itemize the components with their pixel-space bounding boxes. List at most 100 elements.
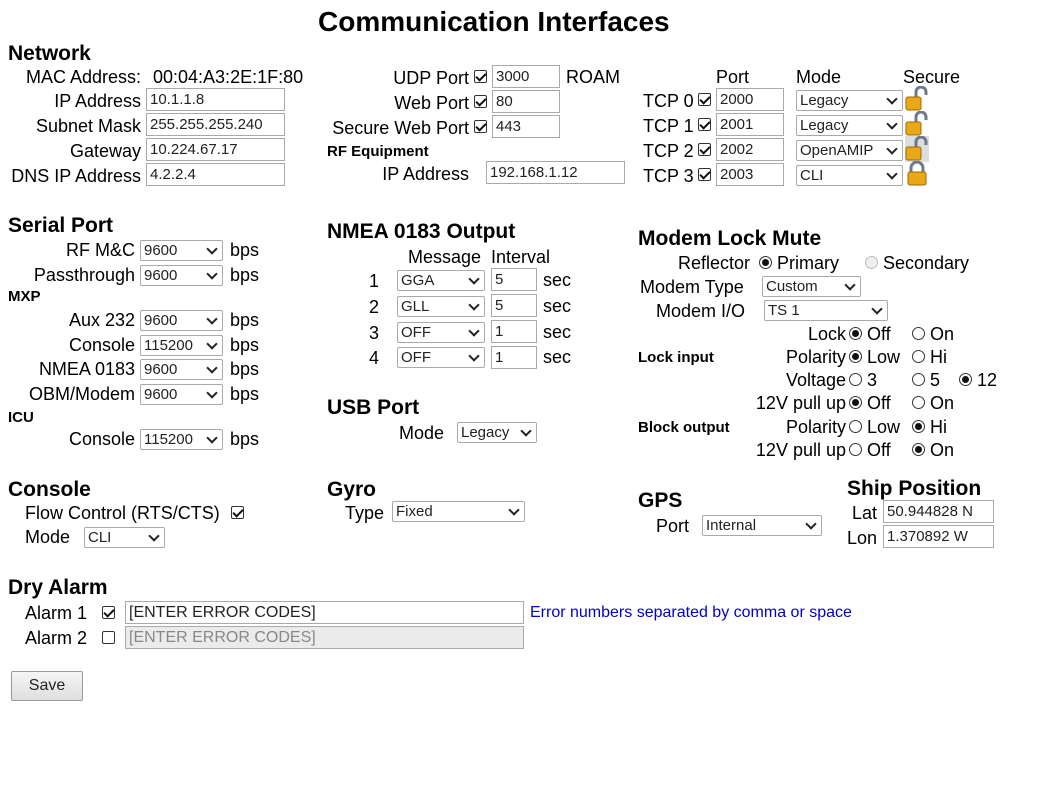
subnet-field[interactable]: 255.255.255.240 (146, 113, 285, 136)
tcp0-label: TCP 0 (643, 91, 694, 111)
lat-field[interactable]: 50.944828 N (883, 500, 994, 523)
alarm2-checkbox[interactable] (102, 631, 115, 644)
icu-console-baud-select[interactable]: 115200 (140, 429, 223, 450)
unlocked-icon[interactable] (905, 86, 929, 112)
lock-pullup-off-radio[interactable] (849, 396, 862, 409)
tcp3-checkbox[interactable] (698, 168, 711, 181)
usb-mode-label: Mode (399, 423, 445, 443)
lock-pullup-on-radio[interactable] (912, 396, 925, 409)
aux232-label: Aux 232 (68, 310, 135, 330)
nmea-message-select[interactable]: GGA (397, 270, 485, 291)
lock-label: Lock (807, 324, 846, 344)
nmea-message-select[interactable]: GLL (397, 296, 485, 317)
modem-type-select[interactable]: Custom (762, 276, 861, 297)
alarm1-checkbox[interactable] (102, 606, 115, 619)
gateway-label: Gateway (69, 141, 141, 161)
lock-polarity-hi-radio[interactable] (912, 350, 925, 363)
gateway-field[interactable]: 10.224.67.17 (146, 138, 285, 161)
nmea-interval-field[interactable]: 1 (491, 346, 537, 369)
gyro-type-select[interactable]: Fixed (392, 501, 525, 522)
nmea0183-unit: bps (230, 359, 260, 379)
save-button[interactable]: Save (11, 671, 83, 701)
tcp-secure-header: Secure (903, 67, 961, 87)
voltage-12-radio[interactable] (959, 373, 972, 386)
voltage-3-radio[interactable] (849, 373, 862, 386)
console-heading: Console (8, 478, 91, 501)
locked-icon[interactable] (905, 161, 929, 187)
unlocked-disabled-icon[interactable] (905, 136, 929, 162)
udp-port-field[interactable]: 3000 (492, 65, 560, 88)
reflector-secondary-radio[interactable] (865, 256, 878, 269)
ship-position-heading: Ship Position (847, 477, 982, 500)
nmea0183-baud-select[interactable]: 9600 (140, 359, 223, 380)
rfmc-label: RF M&C (66, 240, 135, 260)
reflector-secondary-label: Secondary (883, 253, 970, 273)
block-pullup-on-radio[interactable] (912, 443, 925, 456)
secure-web-port-checkbox[interactable] (474, 120, 487, 133)
mxp-console-baud-select[interactable]: 115200 (140, 335, 223, 356)
modem-lock-mute-heading: Modem Lock Mute (638, 227, 822, 250)
rfmc-unit: bps (230, 240, 260, 260)
gps-port-label: Port (656, 516, 690, 536)
gps-port-select[interactable]: Internal (702, 515, 822, 536)
tcp3-port-field[interactable]: 2003 (716, 163, 784, 186)
icu-console-unit: bps (230, 429, 260, 449)
nmea-interval-field[interactable]: 5 (491, 268, 537, 291)
block-polarity-low-label: Low (867, 417, 901, 437)
dns-field[interactable]: 4.2.2.4 (146, 163, 285, 186)
block-polarity-low-radio[interactable] (849, 420, 862, 433)
tcp2-mode-select[interactable]: OpenAMIP (796, 140, 903, 161)
flow-control-checkbox[interactable] (231, 506, 244, 519)
console-mode-select[interactable]: CLI (84, 527, 165, 548)
nmea-message-select[interactable]: OFF (397, 322, 485, 343)
mxp-heading: MXP (8, 288, 41, 305)
alarm1-codes-field[interactable]: [ENTER ERROR CODES] (125, 601, 524, 624)
tcp2-port-field[interactable]: 2002 (716, 138, 784, 161)
ip-field[interactable]: 10.1.1.8 (146, 88, 285, 111)
lock-pullup-label: 12V pull up (755, 393, 846, 413)
udp-port-checkbox[interactable] (474, 70, 487, 83)
web-port-checkbox[interactable] (474, 95, 487, 108)
modem-io-select[interactable]: TS 1 (764, 300, 888, 321)
nmea-interval-field[interactable]: 5 (491, 294, 537, 317)
web-port-field[interactable]: 80 (492, 90, 560, 113)
usb-mode-select[interactable]: Legacy (457, 422, 537, 443)
block-pullup-on-label: On (930, 440, 955, 460)
udp-port-label: UDP Port (393, 68, 469, 88)
page-title: Communication Interfaces (318, 6, 670, 37)
aux232-baud-select[interactable]: 9600 (140, 310, 223, 331)
block-polarity-hi-radio[interactable] (912, 420, 925, 433)
mac-value: 00:04:A3:2E:1F:80 (153, 67, 304, 87)
tcp1-mode-select[interactable]: Legacy (796, 115, 903, 136)
rfmc-baud-select[interactable]: 9600 (140, 240, 223, 261)
nmea-interval-field[interactable]: 1 (491, 320, 537, 343)
block-pullup-off-radio[interactable] (849, 443, 862, 456)
tcp2-checkbox[interactable] (698, 143, 711, 156)
tcp1-checkbox[interactable] (698, 118, 711, 131)
lock-polarity-low-radio[interactable] (849, 350, 862, 363)
mxp-console-unit: bps (230, 335, 260, 355)
alarm2-codes-field[interactable]: [ENTER ERROR CODES] (125, 626, 524, 649)
tcp0-checkbox[interactable] (698, 93, 711, 106)
unlocked-icon[interactable] (905, 111, 929, 137)
reflector-primary-radio[interactable] (759, 256, 772, 269)
obm-modem-baud-select[interactable]: 9600 (140, 384, 223, 405)
tcp1-port-field[interactable]: 2001 (716, 113, 784, 136)
secure-web-port-field[interactable]: 443 (492, 115, 560, 138)
tcp3-mode-select[interactable]: CLI (796, 165, 903, 186)
rf-ip-field[interactable]: 192.168.1.12 (486, 161, 625, 184)
tcp0-mode-select[interactable]: Legacy (796, 90, 903, 111)
passthrough-label: Passthrough (33, 265, 135, 285)
nmea-interval-unit: sec (543, 270, 572, 290)
nmea-row-number: 2 (369, 297, 380, 317)
nmea-message-select[interactable]: OFF (397, 347, 485, 368)
passthrough-baud-select[interactable]: 9600 (140, 265, 223, 286)
voltage-5-radio[interactable] (912, 373, 925, 386)
lock-off-radio[interactable] (849, 327, 862, 340)
tcp0-port-field[interactable]: 2000 (716, 88, 784, 111)
lon-field[interactable]: 1.370892 W (883, 525, 994, 548)
gyro-type-label: Type (345, 503, 385, 523)
lock-on-radio[interactable] (912, 327, 925, 340)
alarm1-label: Alarm 1 (25, 603, 88, 623)
voltage-5-label: 5 (930, 370, 941, 390)
